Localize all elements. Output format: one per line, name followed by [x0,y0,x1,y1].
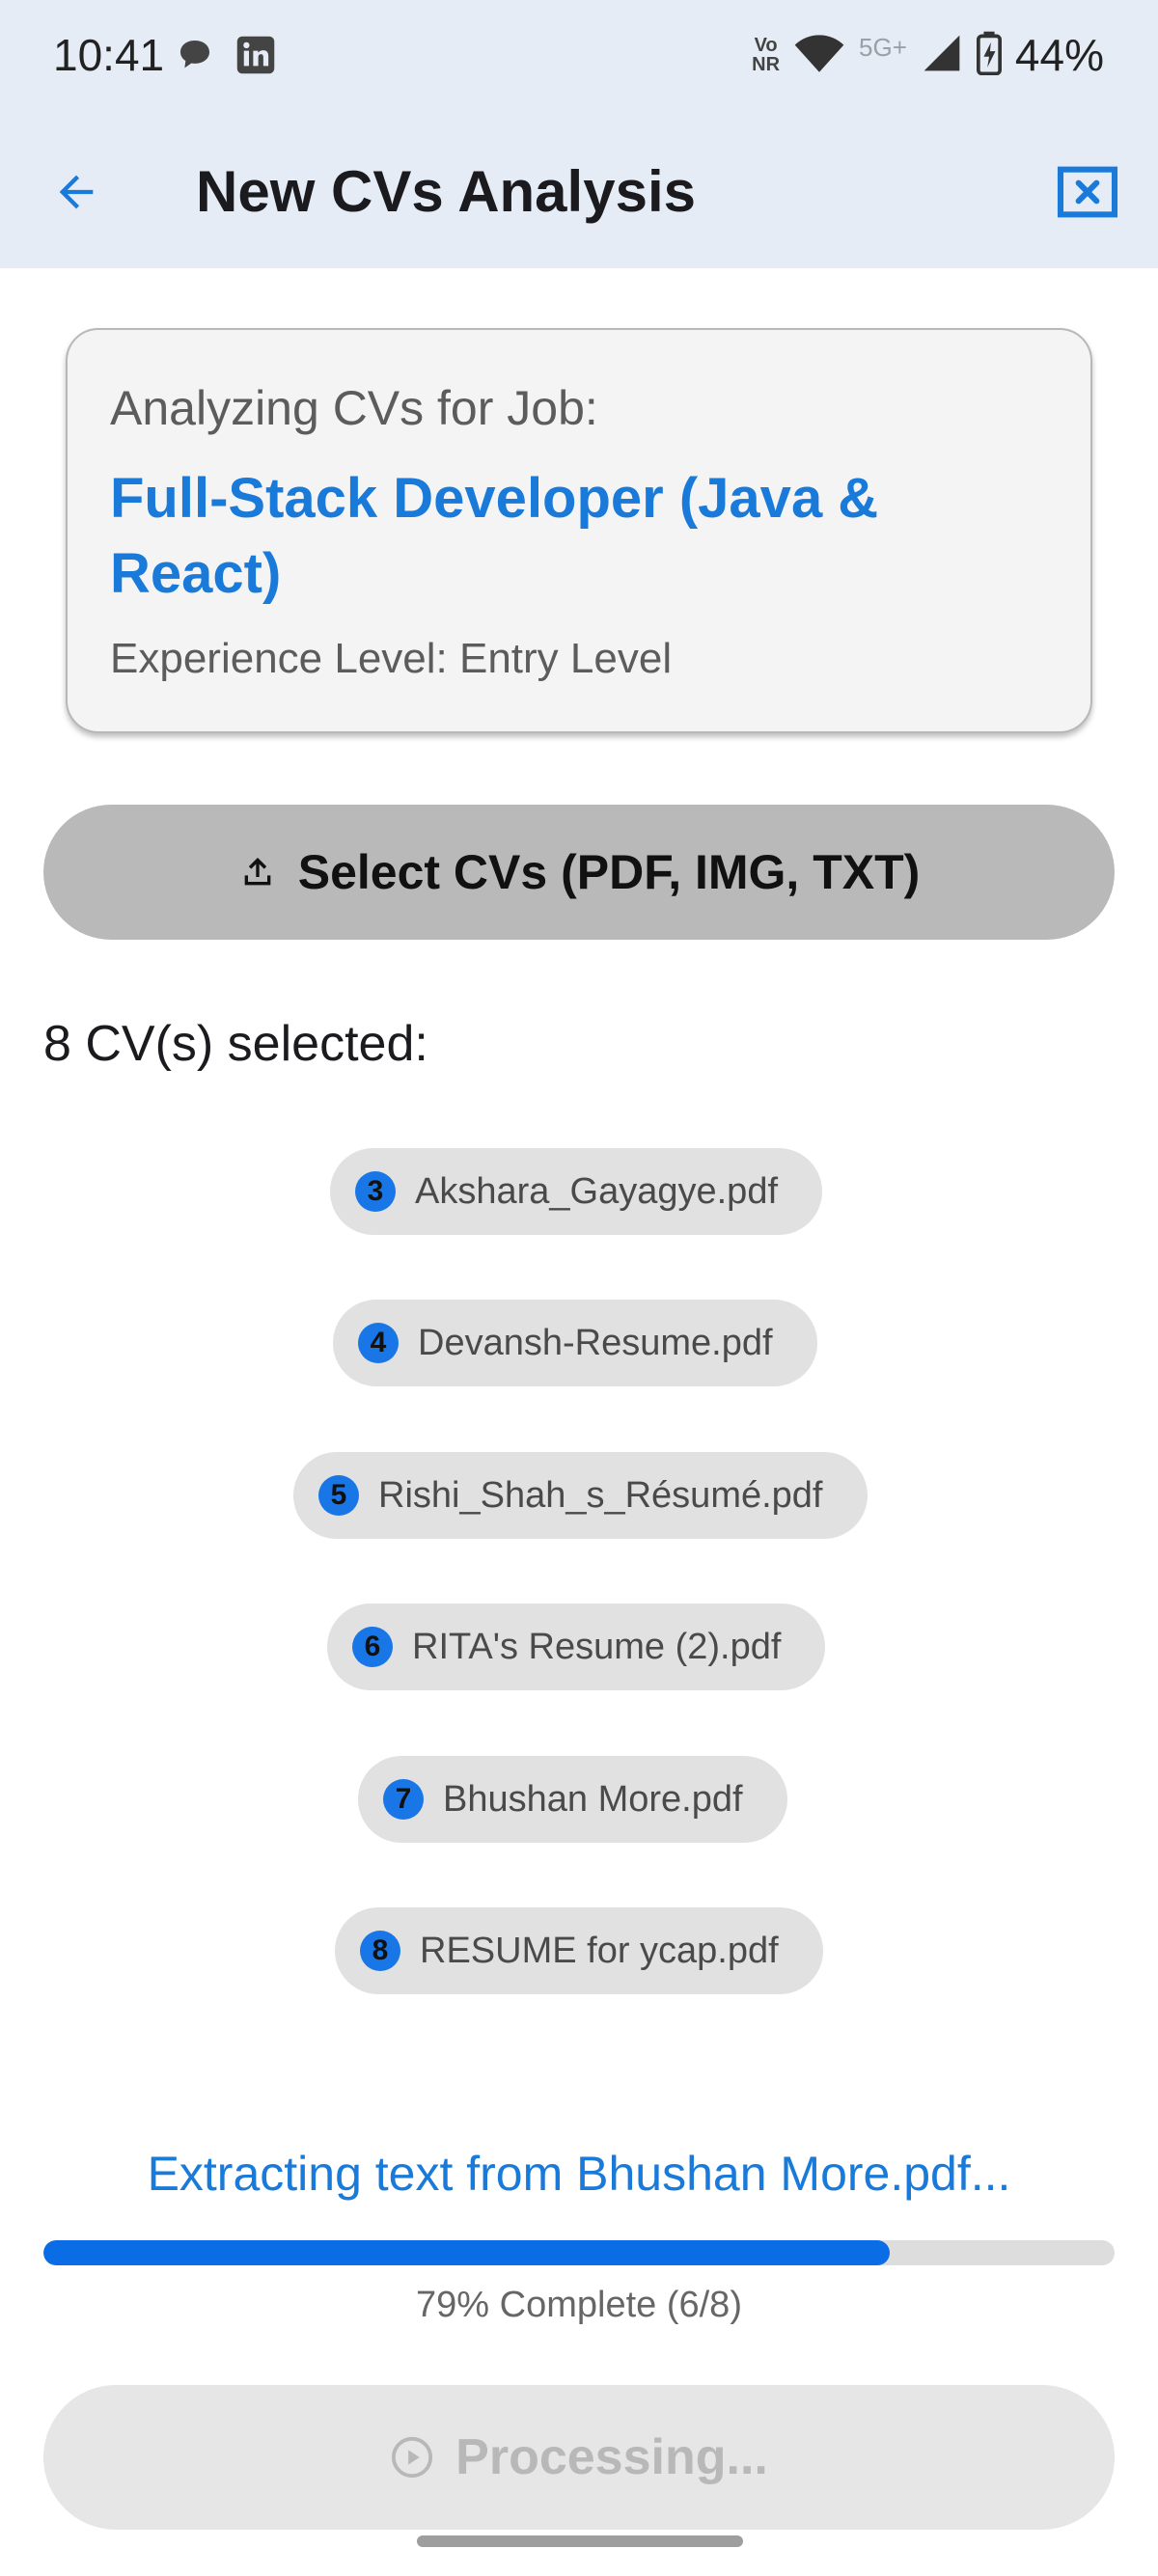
close-box-icon [1057,166,1118,218]
network-type-label: 5G+ [859,32,907,62]
wifi-icon [793,32,845,79]
experience-level: Experience Level: Entry Level [110,635,673,682]
processing-label: Processing... [455,2429,768,2485]
selected-count-heading: 8 CV(s) selected: [43,1016,428,1072]
cv-file-name: Rishi_Shah_s_Résumé.pdf [378,1474,823,1516]
progress-bar-fill [43,2240,890,2265]
cv-file-chip[interactable]: 7 Bhushan More.pdf [358,1756,787,1843]
cv-number-badge: 7 [383,1779,424,1820]
cv-number-badge: 5 [318,1475,359,1516]
status-notification-icons [176,35,276,80]
app-bar: New CVs Analysis [0,116,1158,268]
cv-file-chip[interactable]: 6 RITA's Resume (2).pdf [327,1603,826,1690]
progress-status-text: Extracting text from Bhushan More.pdf... [147,2147,1011,2201]
cv-file-chip[interactable]: 5 Rishi_Shah_s_Résumé.pdf [293,1452,868,1539]
volte-indicator: Vo NR [752,35,781,75]
cv-file-name: RITA's Resume (2).pdf [412,1626,782,1667]
home-indicator[interactable] [417,2535,743,2547]
close-button[interactable] [1052,156,1123,228]
status-bar: 10:41 Vo NR 5G+ 44% [0,0,1158,116]
job-info-card: Analyzing CVs for Job: Full-Stack Develo… [66,328,1092,733]
cv-file-chip[interactable]: 3 Akshara_Gayagye.pdf [330,1148,823,1235]
cv-file-chip[interactable]: 8 RESUME for ycap.pdf [335,1907,823,1994]
status-system-icons: Vo NR 5G+ 44% [752,29,1104,81]
select-cvs-label: Select CVs (PDF, IMG, TXT) [297,845,921,899]
cv-file-name: Akshara_Gayagye.pdf [415,1170,779,1212]
cv-number-badge: 6 [352,1627,393,1667]
processing-button[interactable]: Processing... [43,2385,1115,2530]
progress-percent-text: 79% Complete (6/8) [416,2285,742,2325]
cv-number-badge: 4 [358,1323,399,1363]
select-cvs-button[interactable]: Select CVs (PDF, IMG, TXT) [43,805,1115,940]
job-card-label: Analyzing CVs for Job: [110,381,598,435]
job-title: Full-Stack Developer (Java & React) [110,467,879,605]
cv-file-name: Devansh-Resume.pdf [418,1322,773,1363]
progress-bar [43,2240,1115,2265]
cv-number-badge: 8 [360,1931,400,1971]
cv-file-name: Bhushan More.pdf [443,1778,743,1820]
battery-charging-icon [976,31,1002,80]
battery-percent: 44% [1014,30,1104,80]
play-circle-icon [392,2436,433,2479]
linkedin-icon [235,35,276,80]
chat-bubble-icon [176,36,214,79]
page-title: New CVs Analysis [196,159,696,224]
signal-icon [921,32,963,79]
arrow-left-icon [59,175,94,209]
status-time: 10:41 [53,30,165,80]
back-button[interactable] [41,156,112,228]
upload-icon [244,858,271,886]
cv-number-badge: 3 [355,1171,396,1212]
cv-file-chip[interactable]: 4 Devansh-Resume.pdf [333,1300,817,1386]
cv-file-name: RESUME for ycap.pdf [420,1930,779,1971]
screen: 10:41 Vo NR 5G+ 44% New CVs Analysis Ana… [0,0,1158,2576]
